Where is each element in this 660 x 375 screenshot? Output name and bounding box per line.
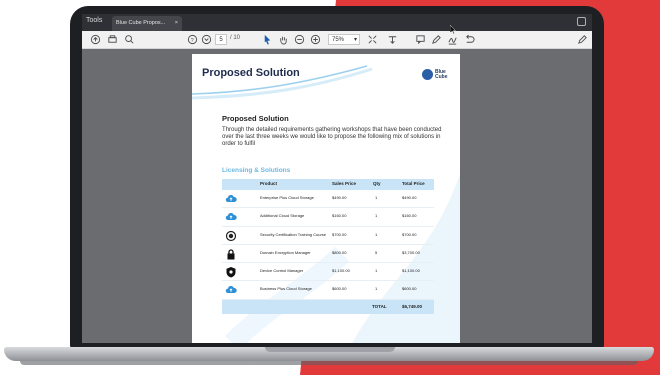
fit-page-icon[interactable] [367,34,378,46]
total-cell: $1,100.00 [402,268,420,274]
tab-bar: Tools Blue Cube Propos... × [82,14,592,31]
select-cursor-icon[interactable] [262,34,273,46]
section-heading: Proposed Solution [222,114,289,123]
price-cell: $600.00 [332,286,347,292]
column-header-price: Sales Price [332,181,357,186]
print-icon[interactable] [107,34,118,46]
tab-document-title: Blue Cube Propos... [116,20,166,26]
total-cell: $700.00 [402,231,417,237]
price-cell: $700.00 [332,231,347,237]
edit-pen-icon[interactable] [577,34,588,46]
help-icon[interactable]: ? [187,34,198,46]
product-cell: Device Control Manager [260,268,304,274]
qty-cell: 1 [375,231,378,237]
product-cell: Domain Encryption Manager [260,249,311,255]
shield-icon [226,267,236,278]
product-cell: Business Plus Cloud Storage [260,286,312,292]
licensing-title: Licensing & Solutions [222,167,291,174]
table-row: Security Certification Training Course $… [222,227,434,245]
laptop-shadow [20,361,638,365]
toolbar: ? 5 / 10 75% ▾ [82,31,592,49]
total-value: $6,749.00 [402,303,423,309]
table-row: Device Control Manager $1,100.00 1 $1,10… [222,263,434,282]
table-footer: TOTAL $6,749.00 [222,299,434,314]
table-row: Business Plus Cloud Storage $600.00 1 $6… [222,281,434,300]
zoom-select[interactable]: 75% ▾ [328,34,360,45]
mouse-cursor-icon [450,25,456,34]
document-page: Proposed Solution Blue Cube Proposed Sol… [192,54,460,343]
svg-text:?: ? [191,38,194,44]
qty-cell: 1 [375,213,378,219]
zoom-in-icon[interactable] [310,34,321,46]
cloud-icon [225,195,237,202]
column-header-total: Total Price [402,181,425,186]
price-cell: $160.00 [332,213,347,219]
column-header-product: Product [260,181,278,186]
product-cell: Security Certification Training Course [260,231,327,237]
page-down-icon[interactable] [201,34,212,46]
table-row: Additional Cloud Storage $160.00 1 $160.… [222,208,434,227]
price-cell: $1,100.00 [332,268,350,274]
price-cell: $800.00 [332,249,347,255]
company-logo: Blue Cube [422,68,448,82]
page-total: / 10 [230,35,241,41]
table-row: Enterprise Plus Cloud Storage $490.00 1 … [222,190,434,209]
cloud-icon [225,286,237,294]
price-cell: $490.00 [332,195,347,200]
total-cell: $160.00 [402,213,417,219]
logo-text: Blue Cube [435,69,448,80]
certificate-icon [225,230,237,241]
total-cell: $490.00 [402,195,417,200]
zoom-value: 75% [332,37,345,43]
section-body: Through the detailed requirements gather… [222,127,442,147]
zoom-out-icon[interactable] [294,34,305,46]
lock-icon [227,249,235,260]
logo-icon [422,69,433,80]
share-icon[interactable] [464,34,475,46]
tab-tools[interactable]: Tools [86,17,102,24]
chevron-down-icon: ▾ [353,37,357,43]
table-row: Domain Encryption Manager $800.00 5 $3,7… [222,245,434,264]
product-cell: Additional Cloud Storage [260,213,305,219]
total-cell: $600.00 [402,286,417,292]
sign-icon[interactable] [447,34,458,46]
column-header-qty: Qty [373,181,381,186]
page-title: Proposed Solution [202,67,300,79]
qty-cell: 1 [375,195,378,200]
tab-close-icon[interactable]: × [175,20,178,26]
total-cell: $3,700.00 [402,249,420,255]
qty-cell: 1 [375,268,378,274]
laptop-screen: Tools Blue Cube Propos... × ? 5 / 10 75%… [82,14,592,343]
comment-icon[interactable] [415,34,426,46]
product-cell: Enterprise Plus Cloud Storage [260,195,314,200]
total-label: TOTAL [372,303,387,309]
hand-tool-icon[interactable] [278,34,289,46]
window-icon[interactable] [577,17,586,26]
qty-cell: 5 [375,249,378,255]
upload-icon[interactable] [90,34,101,46]
cloud-icon [225,213,237,221]
pricing-table: Product Sales Price Qty Total Price Ente… [222,179,434,314]
search-icon[interactable] [124,34,135,46]
table-header: Product Sales Price Qty Total Price [222,179,434,190]
pen-icon[interactable] [431,34,442,46]
tab-document[interactable]: Blue Cube Propos... × [112,16,182,31]
laptop-hinge-notch [265,347,395,352]
qty-cell: 1 [375,286,378,292]
scroll-mode-icon[interactable] [387,34,398,46]
page-number-input[interactable]: 5 [215,34,227,45]
